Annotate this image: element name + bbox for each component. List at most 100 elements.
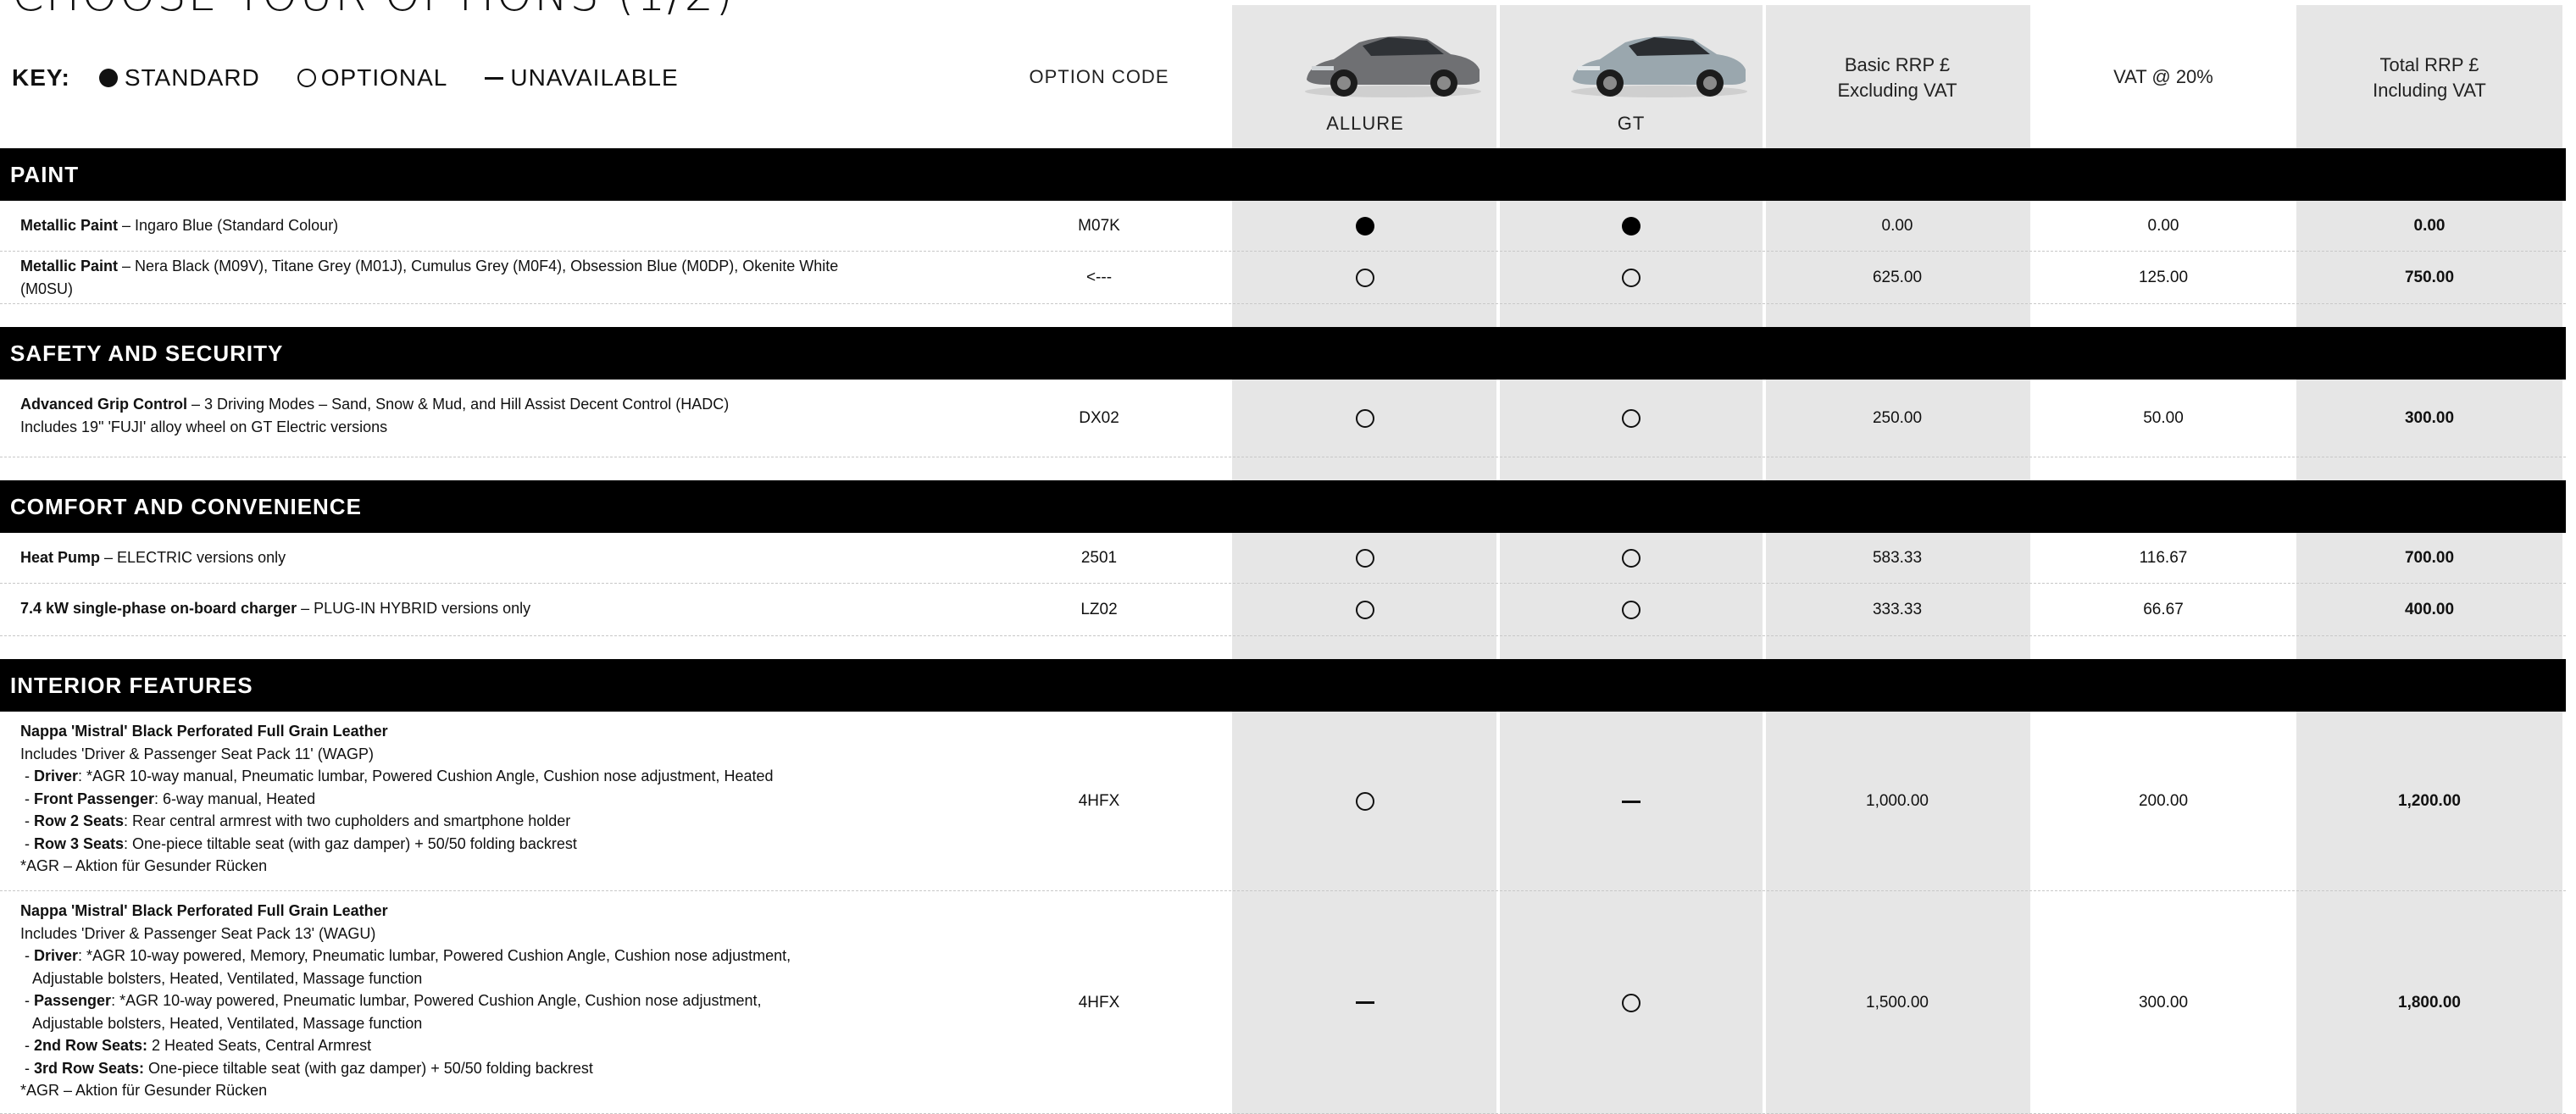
key-optional: OPTIONAL <box>297 64 448 91</box>
option-description: Metallic Paint – Ingaro Blue (Standard C… <box>20 214 986 237</box>
gt-availability-cell <box>1498 891 1764 1114</box>
option-code-cell: 2501 <box>1080 549 1118 567</box>
description-line: (M0SU) <box>20 278 986 301</box>
description-line: 7.4 kW single-phase on-board charger – P… <box>20 597 986 620</box>
option-description: Nappa 'Mistral' Black Perforated Full Gr… <box>20 900 986 1102</box>
description-text: Includes 19" 'FUJI' alloy wheel on GT El… <box>20 418 388 435</box>
table-row: Nappa 'Mistral' Black Perforated Full Gr… <box>0 891 2566 1114</box>
description-text: 2 Heated Seats, Central Armrest <box>147 1037 372 1054</box>
description-bold-text: Row 3 Seats <box>34 834 125 852</box>
description-text: *AGR – Aktion für Gesunder Rücken <box>20 857 268 874</box>
open-circle-icon <box>297 69 316 87</box>
vat-cell: 125.00 <box>2138 269 2189 286</box>
basic-rrp-cell: 1,000.00 <box>1866 792 1929 810</box>
row-divider <box>0 303 2566 304</box>
description-text: - <box>20 834 34 852</box>
unavailable-dash-icon <box>1356 1001 1374 1004</box>
total-rrp-cell: 400.00 <box>2404 601 2455 618</box>
description-text: – PLUG-IN HYBRID versions only <box>297 600 531 617</box>
table-row: Advanced Grip Control – 3 Driving Modes … <box>0 380 2566 457</box>
description-line: - Row 3 Seats: One-piece tiltable seat (… <box>20 833 986 856</box>
gt-availability-cell <box>1498 252 1764 304</box>
description-bold-text: 3rd Row Seats: <box>34 1059 145 1077</box>
allure-availability-cell <box>1232 252 1498 304</box>
allure-car-image <box>1305 36 1481 97</box>
allure-availability-cell <box>1232 712 1498 891</box>
vat-cell: 116.67 <box>2139 549 2188 567</box>
section-safety-security: SAFETY AND SECURITY <box>0 327 2566 380</box>
optional-open-circle-icon <box>1622 549 1641 568</box>
description-bold-text: Nappa 'Mistral' Black Perforated Full Gr… <box>20 902 388 919</box>
row-divider <box>0 635 2566 636</box>
table-row: 7.4 kW single-phase on-board charger – P… <box>0 584 2566 636</box>
description-line: - Passenger: *AGR 10-way powered, Pneuma… <box>20 989 986 1012</box>
key-optional-label: OPTIONAL <box>320 64 448 91</box>
table-row: Metallic Paint – Nera Black (M09V), Tita… <box>0 252 2566 304</box>
basic-rrp-cell: 333.33 <box>1872 601 1923 618</box>
description-line: *AGR – Aktion für Gesunder Rücken <box>20 1079 986 1102</box>
description-line: Includes 'Driver & Passenger Seat Pack 1… <box>20 923 986 945</box>
total-rrp-cell: 750.00 <box>2404 269 2455 286</box>
table-row: Heat Pump – ELECTRIC versions only 2501 58… <box>0 533 2566 584</box>
description-text: : Rear central armrest with two cupholde… <box>124 812 571 829</box>
description-line: Includes 'Driver & Passenger Seat Pack 1… <box>20 743 986 766</box>
page-title: CHOOSE YOUR OPTIONS (1/2) <box>12 0 735 15</box>
total-rrp-cell: 300.00 <box>2404 409 2455 427</box>
basic-rrp-header-line2: Excluding VAT <box>1837 80 1957 101</box>
description-line: Adjustable bolsters, Heated, Ventilated,… <box>20 1012 986 1035</box>
optional-open-circle-icon <box>1356 549 1374 568</box>
description-bold-text: 7.4 kW single-phase on-board charger <box>20 600 297 617</box>
vat-cell: 66.67 <box>2143 601 2184 618</box>
description-line: - 3rd Row Seats: One-piece tiltable seat… <box>20 1057 986 1080</box>
description-line: Nappa 'Mistral' Black Perforated Full Gr… <box>20 720 986 743</box>
basic-rrp-header-line1: Basic RRP £ <box>1844 54 1951 75</box>
description-bold-text: 2nd Row Seats: <box>34 1037 148 1054</box>
vat-cell: 200.00 <box>2138 792 2189 810</box>
description-bold-text: Driver <box>34 947 79 964</box>
description-text: (M0SU) <box>20 280 73 297</box>
description-line: Adjustable bolsters, Heated, Ventilated,… <box>20 967 986 990</box>
basic-rrp-header: Basic RRP £ Excluding VAT <box>1764 53 2030 103</box>
option-code-header: OPTION CODE <box>1029 66 1169 87</box>
key-unavailable: UNAVAILABLE <box>485 64 678 91</box>
description-bold-text: Row 2 Seats <box>34 812 125 829</box>
description-text: – Nera Black (M09V), Titane Grey (M01J),… <box>118 258 839 274</box>
option-description: Metallic Paint – Nera Black (M09V), Tita… <box>20 255 986 300</box>
allure-availability-cell <box>1232 380 1498 457</box>
total-rrp-cell: 0.00 <box>2413 217 2446 235</box>
description-text: – 3 Driving Modes – Sand, Snow & Mud, an… <box>187 396 730 413</box>
key-standard-label: STANDARD <box>124 64 260 91</box>
description-line: - Front Passenger: 6-way manual, Heated <box>20 788 986 811</box>
table-row: Nappa 'Mistral' Black Perforated Full Gr… <box>0 712 2566 891</box>
description-line: Nappa 'Mistral' Black Perforated Full Gr… <box>20 900 986 923</box>
key-legend: KEY: STANDARD OPTIONAL UNAVAILABLE <box>12 61 716 95</box>
gt-availability-cell <box>1498 584 1764 636</box>
description-line: - Row 2 Seats: Rear central armrest with… <box>20 810 986 833</box>
page-title-clip: CHOOSE YOUR OPTIONS (1/2) <box>0 0 1017 15</box>
table-row: Metallic Paint – Ingaro Blue (Standard C… <box>0 201 2566 252</box>
option-code-cell: M07K <box>1078 217 1120 235</box>
vat-cell: 0.00 <box>2147 217 2179 235</box>
standard-filled-circle-icon <box>1356 217 1374 236</box>
allure-availability-cell <box>1232 201 1498 252</box>
description-bold-text: Passenger <box>34 992 112 1009</box>
description-bold-text: Nappa 'Mistral' Black Perforated Full Gr… <box>20 723 388 740</box>
section-interior-features: INTERIOR FEATURES <box>0 659 2566 712</box>
section-comfort-convenience: COMFORT AND CONVENIENCE <box>0 480 2566 533</box>
description-text: - <box>20 790 34 807</box>
description-bold-text: Advanced Grip Control <box>20 396 188 413</box>
total-rrp-header-line1: Total RRP £ <box>2379 54 2479 75</box>
gt-car-image <box>1571 36 1747 97</box>
basic-rrp-cell: 625.00 <box>1872 269 1923 286</box>
optional-open-circle-icon <box>1356 601 1374 619</box>
total-rrp-header: Total RRP £ Including VAT <box>2296 53 2562 103</box>
allure-header: ALLURE <box>1326 113 1404 134</box>
filled-circle-icon <box>98 69 118 87</box>
description-line: - 2nd Row Seats: 2 Heated Seats, Central… <box>20 1034 986 1057</box>
allure-availability-cell <box>1232 533 1498 584</box>
description-text: - <box>20 1037 34 1054</box>
allure-availability-cell <box>1232 891 1498 1114</box>
key-label: KEY: <box>12 64 70 91</box>
option-code-cell: 4HFX <box>1078 993 1120 1011</box>
option-description: 7.4 kW single-phase on-board charger – P… <box>20 597 986 620</box>
